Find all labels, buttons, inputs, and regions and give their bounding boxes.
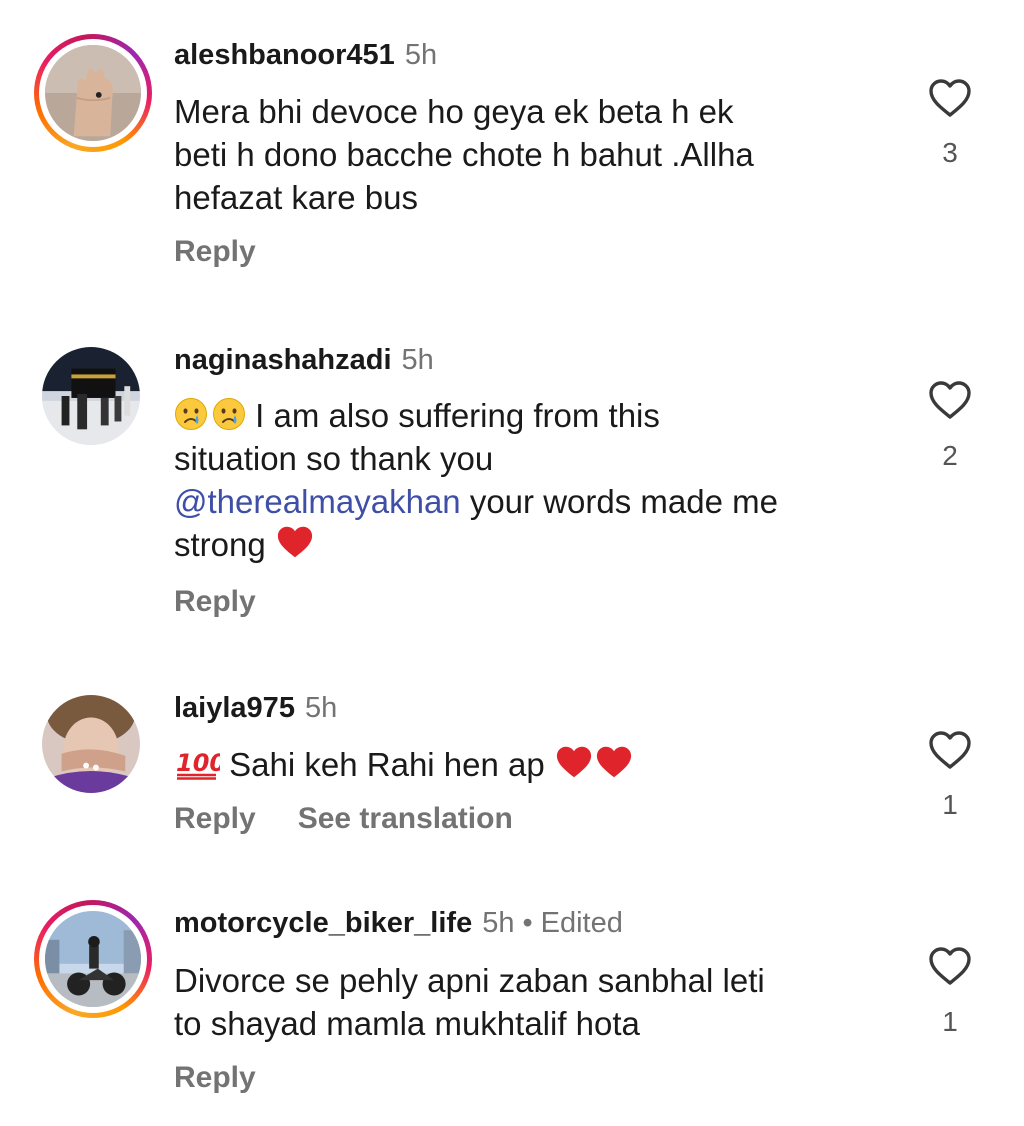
comment-line: I am also suffering from this <box>174 394 874 437</box>
like-button[interactable] <box>928 730 972 770</box>
avatar-wrapper[interactable] <box>42 347 140 445</box>
red-heart-emoji <box>277 526 312 558</box>
comment-actions: Reply <box>174 1060 298 1096</box>
timestamp: 5h <box>304 692 338 724</box>
heart-outline-icon <box>929 731 971 769</box>
like-count: 2 <box>942 440 958 471</box>
comment-header: aleshbanoor451 5h <box>174 38 437 72</box>
comment-header: laiyla975 5h <box>174 691 337 725</box>
svg-text:100: 100 <box>176 749 220 777</box>
like-count: 1 <box>942 789 958 820</box>
reply-button[interactable]: Reply <box>174 1061 256 1094</box>
reply-button[interactable]: Reply <box>174 802 256 835</box>
crying-face-emoji <box>175 398 207 430</box>
timestamp: 5h <box>404 39 438 71</box>
heart-outline-icon <box>929 381 971 419</box>
comment-line: Divorce se pehly apni zaban sanbhal leti <box>174 962 765 999</box>
username[interactable]: laiyla975 <box>174 692 295 724</box>
avatar-story-ring[interactable] <box>34 900 152 1018</box>
like-count: 3 <box>942 137 958 168</box>
comment-line: to shayad mamla mukhtalif hota <box>174 1005 640 1042</box>
comment-actions: Reply <box>174 234 298 270</box>
username[interactable]: motorcycle_biker_life <box>174 907 472 939</box>
reply-button[interactable]: Reply <box>174 585 256 618</box>
comment-text: Divorce se pehly apni zaban sanbhal leti… <box>174 959 874 1045</box>
like-count: 1 <box>942 1006 958 1037</box>
reply-button[interactable]: Reply <box>174 235 256 268</box>
separator-dot: • <box>522 907 533 939</box>
comment-header: naginashahzadi 5h <box>174 343 434 377</box>
comment-line: beti h dono bacche chote h bahut .Allha <box>174 136 754 173</box>
edited-label: Edited <box>540 907 623 939</box>
crying-face-emoji <box>213 398 245 430</box>
username[interactable]: naginashahzadi <box>174 344 392 376</box>
comment-text: 100 Sahi keh Rahi hen ap <box>174 743 874 786</box>
comment-line: 100 Sahi keh Rahi hen ap <box>174 743 874 786</box>
comment-line: situation so thank you <box>174 440 494 477</box>
comment-actions: Reply <box>174 584 298 620</box>
avatar-wrapper[interactable] <box>42 695 140 793</box>
avatar <box>45 911 141 1007</box>
avatar-story-ring[interactable] <box>34 34 152 152</box>
comment-text: Mera bhi devoce ho geya ek beta h ek bet… <box>174 90 874 219</box>
avatar <box>45 45 141 141</box>
heart-outline-icon <box>929 79 971 117</box>
comment-line: @therealmayakhan your words made me <box>174 480 874 523</box>
hundred-points-emoji: 100 <box>176 749 220 780</box>
like-button[interactable] <box>928 78 972 118</box>
timestamp: 5h <box>401 344 434 376</box>
comment-actions: Reply See translation <box>174 801 555 837</box>
comment-line: Mera bhi devoce ho geya ek beta h ek <box>174 93 734 130</box>
comment-text: I am also suffering from this situation … <box>174 394 874 566</box>
heart-outline-icon <box>929 947 971 985</box>
comment-text-segment: your words made me <box>460 483 778 520</box>
username[interactable]: aleshbanoor451 <box>174 39 395 71</box>
comment-line: hefazat kare bus <box>174 179 418 216</box>
red-heart-emoji <box>556 746 592 778</box>
mention-link[interactable]: @therealmayakhan <box>174 483 461 520</box>
comment-text-segment: Sahi keh Rahi hen ap <box>229 746 545 783</box>
comment-text-segment: I am also suffering from this <box>255 397 660 434</box>
avatar <box>42 347 140 445</box>
red-heart-emoji <box>596 746 632 778</box>
comment-line: strong <box>174 523 874 566</box>
avatar <box>42 695 140 793</box>
like-button[interactable] <box>928 946 972 986</box>
timestamp: 5h <box>482 907 515 939</box>
like-button[interactable] <box>928 380 972 420</box>
comment-text-segment: strong <box>174 526 266 563</box>
see-translation-button[interactable]: See translation <box>298 802 513 835</box>
comment-header: motorcycle_biker_life 5h • Edited <box>174 906 623 940</box>
